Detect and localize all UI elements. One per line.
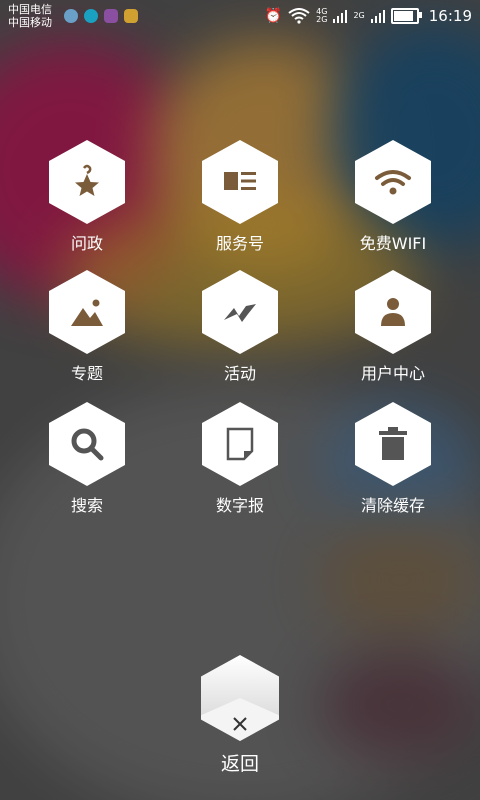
status-bar: 中国电信 中国移动 ⏰ 4G 2G 2G 16:19 <box>0 0 480 32</box>
back-label: 返回 <box>220 753 259 775</box>
alarm-icon: ⏰ <box>264 8 283 24</box>
menu-item-clear-cache[interactable]: 清除缓存 <box>338 402 448 532</box>
close-icon <box>233 716 247 731</box>
network-type-2: 2G <box>353 11 365 20</box>
menu-item-label: 问政 <box>70 234 103 253</box>
notification-gallery-icon <box>104 9 118 23</box>
back-button[interactable]: 返回 <box>200 655 280 776</box>
notification-app-icon <box>124 9 138 23</box>
carrier-2: 中国移动 <box>8 16 52 29</box>
menu-item-activity[interactable]: 活动 <box>185 270 295 400</box>
menu-item-label: 数字报 <box>215 496 264 515</box>
picture-icon <box>71 299 103 326</box>
carrier-1: 中国电信 <box>8 3 52 16</box>
menu-item-label: 用户中心 <box>360 364 425 383</box>
wifi-status-icon <box>288 8 310 24</box>
clock: 16:19 <box>428 7 472 25</box>
page-icon <box>226 427 254 461</box>
menu-item-digital-paper[interactable]: 数字报 <box>185 402 295 532</box>
notification-app-icon <box>64 9 78 23</box>
menu-item-label: 专题 <box>70 364 103 383</box>
menu-item-wenzheng[interactable]: 问政 <box>32 140 142 270</box>
signal-icon-2 <box>370 10 385 23</box>
trash-icon <box>379 427 407 460</box>
menu-item-service[interactable]: 服务号 <box>185 140 295 270</box>
menu-item-label: 清除缓存 <box>360 496 425 515</box>
menu-item-search[interactable]: 搜索 <box>32 402 142 532</box>
battery-icon <box>390 8 422 24</box>
activity-bolt-icon <box>224 304 256 322</box>
menu-item-wifi[interactable]: 免费WIFI <box>338 140 448 270</box>
network-type: 4G 2G <box>316 7 328 24</box>
notification-app-icon <box>84 9 98 23</box>
menu-item-user-center[interactable]: 用户中心 <box>338 270 448 400</box>
menu-item-label: 免费WIFI <box>359 234 427 253</box>
signal-icon <box>333 10 348 23</box>
menu-item-label: 搜索 <box>70 496 103 515</box>
wifi-icon <box>375 170 411 195</box>
search-icon <box>71 428 104 461</box>
newspaper-icon <box>224 172 256 190</box>
star-hanger-icon <box>75 164 99 196</box>
menu-item-label: 服务号 <box>215 234 264 253</box>
user-icon <box>381 298 405 326</box>
menu-item-label: 活动 <box>223 364 256 383</box>
menu-item-topics[interactable]: 专题 <box>32 270 142 400</box>
